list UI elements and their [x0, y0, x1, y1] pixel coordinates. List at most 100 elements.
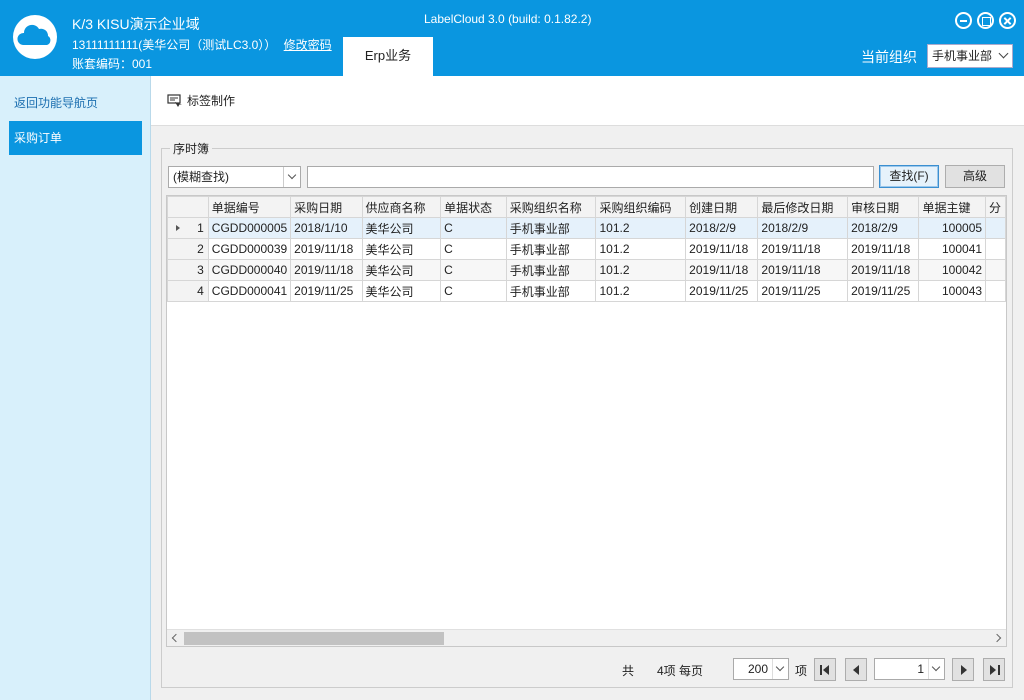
cell[interactable]: CGDD000005: [207, 217, 292, 239]
cell[interactable]: 2019/11/18: [847, 238, 920, 260]
cell[interactable]: [985, 217, 1006, 239]
column-header[interactable]: 供应商名称: [361, 196, 442, 218]
label-make-button[interactable]: 标签制作: [167, 92, 235, 110]
cell[interactable]: 100005: [918, 217, 987, 239]
cell[interactable]: 2019/11/25: [847, 280, 920, 302]
cell[interactable]: [985, 280, 1006, 302]
maximize-icon[interactable]: [977, 12, 994, 29]
cell[interactable]: C: [440, 259, 507, 281]
org-domain-title: K/3 KISU演示企业域: [72, 16, 200, 32]
row-header[interactable]: 3: [167, 259, 209, 281]
last-page-button[interactable]: [983, 658, 1005, 681]
current-org-select[interactable]: 手机事业部: [927, 44, 1013, 68]
column-header[interactable]: 单据编号: [207, 196, 292, 218]
scroll-right-icon[interactable]: [992, 633, 1002, 643]
next-page-icon: [961, 665, 967, 675]
cell[interactable]: 2019/11/18: [757, 238, 849, 260]
cell[interactable]: C: [440, 280, 507, 302]
cell[interactable]: CGDD000040: [207, 259, 292, 281]
column-header[interactable]: 采购日期: [290, 196, 363, 218]
cell[interactable]: 2019/11/25: [685, 280, 759, 302]
column-header[interactable]: 审核日期: [847, 196, 920, 218]
cell[interactable]: 美华公司: [361, 280, 442, 302]
table-row[interactable]: 1 CGDD000005 2018/1/10 美华公司 C 手机事业部 101.…: [167, 217, 1006, 239]
cell[interactable]: 手机事业部: [505, 217, 597, 239]
panel-title: 序时簿: [170, 140, 213, 157]
page-size-select[interactable]: 200: [733, 658, 789, 680]
cell[interactable]: 101.2: [595, 238, 687, 260]
current-org-value: 手机事业部: [932, 49, 993, 63]
cell[interactable]: C: [440, 238, 507, 260]
cell[interactable]: 手机事业部: [505, 259, 597, 281]
current-page-select[interactable]: 1: [874, 658, 945, 680]
cell[interactable]: 100043: [918, 280, 987, 302]
label-make-text: 标签制作: [187, 94, 236, 108]
cell[interactable]: C: [440, 217, 507, 239]
cell[interactable]: 2018/2/9: [757, 217, 849, 239]
table-row[interactable]: 4 CGDD000041 2019/11/25 美华公司 C 手机事业部 101…: [167, 280, 1006, 302]
sidebar-item-purchase-order[interactable]: 采购订单: [9, 121, 142, 155]
cell[interactable]: [985, 238, 1006, 260]
cell[interactable]: 100042: [918, 259, 987, 281]
column-header[interactable]: 最后修改日期: [757, 196, 849, 218]
cell[interactable]: 2019/11/18: [290, 259, 363, 281]
minimize-icon[interactable]: [955, 12, 972, 29]
cell[interactable]: 101.2: [595, 259, 687, 281]
cell[interactable]: 2018/1/10: [290, 217, 363, 239]
chevron-down-icon: [998, 48, 1009, 59]
cell[interactable]: 2019/11/25: [290, 280, 363, 302]
column-header[interactable]: 采购组织名称: [505, 196, 597, 218]
cell[interactable]: 2019/11/18: [685, 259, 759, 281]
account-code: 账套编码：001: [72, 57, 153, 71]
table-row[interactable]: 3 CGDD000040 2019/11/18 美华公司 C 手机事业部 101…: [167, 259, 1006, 281]
cell[interactable]: [985, 259, 1006, 281]
last-page-icon: [990, 665, 996, 675]
horizontal-scrollbar[interactable]: [167, 629, 1006, 646]
column-header[interactable]: 分: [985, 196, 1006, 218]
cell[interactable]: 手机事业部: [505, 280, 597, 302]
cell[interactable]: 2018/2/9: [847, 217, 920, 239]
cell[interactable]: 101.2: [595, 280, 687, 302]
tab-erp-business[interactable]: Erp业务: [343, 37, 433, 76]
cell[interactable]: 2019/11/18: [290, 238, 363, 260]
pager-total-prefix: 共: [622, 664, 635, 678]
cell[interactable]: 美华公司: [361, 217, 442, 239]
table-row[interactable]: 2 CGDD000039 2019/11/18 美华公司 C 手机事业部 101…: [167, 238, 1006, 260]
search-input[interactable]: [307, 166, 874, 188]
app-title: LabelCloud 3.0 (build: 0.1.82.2): [424, 12, 592, 26]
cell[interactable]: 2019/11/18: [847, 259, 920, 281]
scrollbar-thumb[interactable]: [184, 632, 444, 645]
scroll-left-icon[interactable]: [171, 633, 181, 643]
back-to-nav-link[interactable]: 返回功能导航页: [14, 94, 98, 111]
prev-page-button[interactable]: [845, 658, 867, 681]
cell[interactable]: 100041: [918, 238, 987, 260]
search-mode-select[interactable]: (模糊查找): [168, 166, 301, 188]
cell[interactable]: CGDD000039: [207, 238, 292, 260]
cloud-logo-icon: [13, 15, 57, 59]
column-header[interactable]: 单据主键: [918, 196, 987, 218]
purchase-order-grid[interactable]: 单据编号 采购日期 供应商名称 单据状态 采购组织名称 采购组织编码 创建日期 …: [166, 195, 1007, 647]
advanced-button[interactable]: 高级: [945, 165, 1005, 188]
cell[interactable]: CGDD000041: [207, 280, 292, 302]
cell[interactable]: 美华公司: [361, 238, 442, 260]
change-password-link[interactable]: 修改密码: [284, 38, 332, 52]
close-icon[interactable]: [999, 12, 1016, 29]
first-page-button[interactable]: [814, 658, 836, 681]
grid-table: 单据编号 采购日期 供应商名称 单据状态 采购组织名称 采购组织编码 创建日期 …: [167, 196, 1006, 302]
cell[interactable]: 2019/11/18: [685, 238, 759, 260]
column-header[interactable]: 创建日期: [685, 196, 759, 218]
cell[interactable]: 101.2: [595, 217, 687, 239]
cell[interactable]: 2019/11/25: [757, 280, 849, 302]
row-header[interactable]: 4: [167, 280, 209, 302]
row-header[interactable]: 2: [167, 238, 209, 260]
column-header[interactable]: 采购组织编码: [595, 196, 687, 218]
next-page-button[interactable]: [952, 658, 974, 681]
row-header[interactable]: 1: [167, 217, 209, 239]
cell[interactable]: 2018/2/9: [685, 217, 759, 239]
cell[interactable]: 美华公司: [361, 259, 442, 281]
find-button[interactable]: 查找(F): [879, 165, 939, 188]
chevron-down-icon: [772, 659, 788, 679]
column-header[interactable]: 单据状态: [440, 196, 507, 218]
cell[interactable]: 2019/11/18: [757, 259, 849, 281]
cell[interactable]: 手机事业部: [505, 238, 597, 260]
